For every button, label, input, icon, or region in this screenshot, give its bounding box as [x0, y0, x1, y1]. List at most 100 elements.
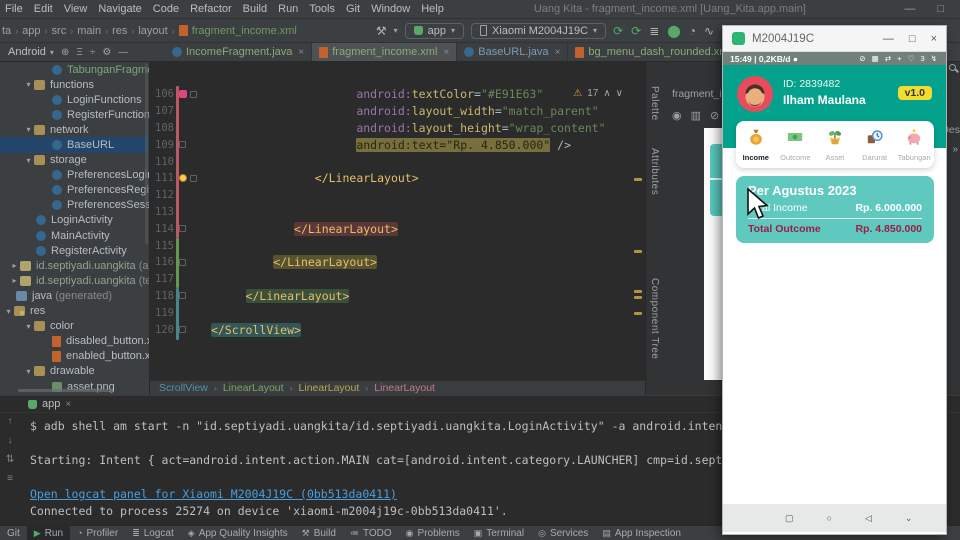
profiler-icon[interactable]: ◔	[689, 24, 696, 38]
code-line[interactable]: 120 </ScrollView>	[150, 321, 631, 338]
tree-item-id.septiyadi.uangkita[interactable]: ▸ id.septiyadi.uangkita(test)	[0, 273, 149, 288]
scroll-down-icon[interactable]: ↓	[8, 435, 13, 446]
breadcrumb-item[interactable]: app	[22, 25, 40, 37]
tree-item-loginfunctions[interactable]: LoginFunctions	[0, 92, 149, 107]
toolwindow-services[interactable]: ◎ Services	[531, 526, 595, 540]
code-editor[interactable]: 106 android:textColor="#E91E63" 107 andro…	[150, 62, 645, 380]
editor-tab[interactable]: fragment_income.xml ×	[312, 43, 458, 61]
tree-item-loginactivity[interactable]: LoginActivity	[0, 213, 149, 228]
menu-help[interactable]: Help	[415, 3, 450, 15]
close-icon[interactable]: ×	[931, 33, 937, 45]
code-line[interactable]: 119	[150, 304, 631, 321]
tool-tab-attributes[interactable]: Attributes	[649, 148, 660, 195]
menu-git[interactable]: Git	[340, 3, 366, 15]
code-line[interactable]: 109 android:text="Rp. 4.850.000" />	[150, 136, 631, 153]
search-icon[interactable]	[949, 64, 956, 71]
chevron-right-icon[interactable]: ▸	[9, 276, 20, 285]
chevron-down-icon[interactable]: ▾	[23, 80, 34, 89]
warning-stripe-mark[interactable]	[634, 290, 642, 293]
hide-panel-icon[interactable]: —	[118, 47, 128, 58]
inspection-widget[interactable]: ⚠ 17 ∧ ∨	[573, 88, 623, 99]
code-line[interactable]: 113	[150, 204, 631, 221]
app-menu-outcome[interactable]: Outcome	[776, 121, 816, 168]
app-menu-asset[interactable]: Asset	[815, 121, 855, 168]
prev-warning-icon[interactable]: ∧	[603, 88, 610, 99]
run-tab-label[interactable]: app	[42, 398, 60, 410]
editor-tab[interactable]: BaseURL.java ×	[457, 43, 569, 61]
horizontal-scrollbar[interactable]	[18, 389, 113, 392]
maximize-icon[interactable]: □	[909, 33, 916, 45]
code-line[interactable]: 112	[150, 187, 631, 204]
warning-stripe-mark[interactable]	[634, 312, 642, 315]
vertical-scrollbar[interactable]	[145, 64, 148, 244]
debug-icon[interactable]: ⬤	[667, 24, 680, 38]
chevron-right-icon[interactable]: ▸	[9, 261, 20, 270]
columns-icon[interactable]: ▥	[691, 109, 701, 122]
chevron-down-icon[interactable]: ▾	[23, 125, 34, 134]
code-line[interactable]: 111 </LinearLayout>	[150, 170, 631, 187]
recents-icon[interactable]: ▢	[785, 513, 794, 524]
menu-view[interactable]: View	[58, 3, 94, 15]
menu-tools[interactable]: Tools	[303, 3, 341, 15]
code-line[interactable]: 116 </LinearLayout>	[150, 254, 631, 271]
collapse-all-icon[interactable]: Ξ	[76, 47, 83, 58]
close-icon[interactable]: ×	[443, 47, 449, 58]
warning-stripe-mark[interactable]	[634, 178, 642, 181]
lightbulb-icon[interactable]	[179, 174, 187, 183]
toolwindow-problems[interactable]: ◉ Problems	[399, 526, 467, 540]
code-line[interactable]: 117	[150, 271, 631, 288]
chevron-down-icon[interactable]: ▾	[23, 156, 34, 165]
scroll-from-source-icon[interactable]: ÷	[90, 47, 96, 58]
eye-icon[interactable]: ◉	[672, 109, 682, 122]
menu-edit[interactable]: Edit	[28, 3, 59, 15]
tree-item-preferencesregister[interactable]: PreferencesRegister	[0, 183, 149, 198]
menu-code[interactable]: Code	[147, 3, 185, 15]
scroll-up-icon[interactable]: ↑	[8, 416, 13, 427]
menu-refactor[interactable]: Refactor	[184, 3, 238, 15]
apply-changes-icon[interactable]: ⟳	[631, 24, 641, 38]
device-window-titlebar[interactable]: M2004J19C — □ ×	[723, 26, 946, 52]
tree-item-res[interactable]: ▾ res	[0, 304, 149, 319]
code-line[interactable]: 114 </LinearLayout>	[150, 220, 631, 237]
device-mirror-window[interactable]: M2004J19C — □ × 15:49 | 0,2KB/d ● ⊘ ▦ ⇄ …	[722, 25, 947, 535]
breakpoint-icon[interactable]	[179, 90, 187, 99]
run-config-select[interactable]: app ▾	[404, 22, 465, 39]
tree-item-color[interactable]: ▾ color	[0, 319, 149, 334]
toolwindow-app-inspection[interactable]: ▤ App Inspection	[595, 526, 688, 540]
tool-tab-palette[interactable]: Palette	[649, 86, 660, 121]
chevron-down-icon[interactable]: ▾	[23, 367, 34, 376]
toolwindow-run[interactable]: ▶ Run	[26, 526, 71, 540]
tree-item-java[interactable]: java (generated)	[0, 288, 149, 303]
code-line[interactable]: 110	[150, 153, 631, 170]
toolwindow-todo[interactable]: ≔ TODO	[343, 526, 399, 540]
tree-item-enabled_button.xml[interactable]: enabled_button.xml	[0, 349, 149, 364]
next-warning-icon[interactable]: ∨	[616, 88, 623, 99]
app-menu-darurat[interactable]: Darurat	[855, 121, 895, 168]
soft-wrap-icon[interactable]: ⇅	[6, 454, 14, 465]
settings-lines-icon[interactable]: ≡	[7, 473, 13, 484]
tree-item-drawable[interactable]: ▾ drawable	[0, 364, 149, 379]
tree-item-network[interactable]: ▾ network	[0, 122, 149, 137]
minimize-icon[interactable]: —	[883, 33, 894, 45]
breadcrumb-item[interactable]: ta	[2, 25, 11, 37]
xml-breadcrumb-item[interactable]: LinearLayout	[299, 382, 360, 394]
tree-item-baseurl[interactable]: BaseURL	[0, 137, 149, 153]
chevrons-icon[interactable]: »	[952, 144, 958, 155]
code-line[interactable]: 106 android:textColor="#E91E63"	[150, 86, 631, 103]
xml-breadcrumb-item[interactable]: ScrollView	[159, 382, 208, 394]
rerun-icon[interactable]: ⟳	[613, 24, 623, 38]
maximize-icon[interactable]: □	[937, 3, 944, 15]
back-icon[interactable]: ◁	[865, 513, 872, 524]
close-icon[interactable]: ×	[298, 47, 304, 58]
stream-icon[interactable]: ∿	[704, 24, 714, 38]
project-view-select[interactable]: Android ▾	[8, 46, 54, 58]
tree-item-disabled_button.xml[interactable]: disabled_button.xml	[0, 334, 149, 349]
chevron-down-icon[interactable]: ▾	[3, 307, 14, 316]
menu-run[interactable]: Run	[272, 3, 304, 15]
code-line[interactable]: 107 android:layout_width="match_parent"	[150, 103, 631, 120]
menu-file[interactable]: File	[0, 3, 29, 15]
locate-icon[interactable]: ⊕	[61, 47, 69, 58]
code-line[interactable]: 118 </LinearLayout>	[150, 288, 631, 305]
chevron-down-icon[interactable]: ▾	[23, 322, 34, 331]
collapse-icon[interactable]: ⌄	[905, 513, 913, 524]
